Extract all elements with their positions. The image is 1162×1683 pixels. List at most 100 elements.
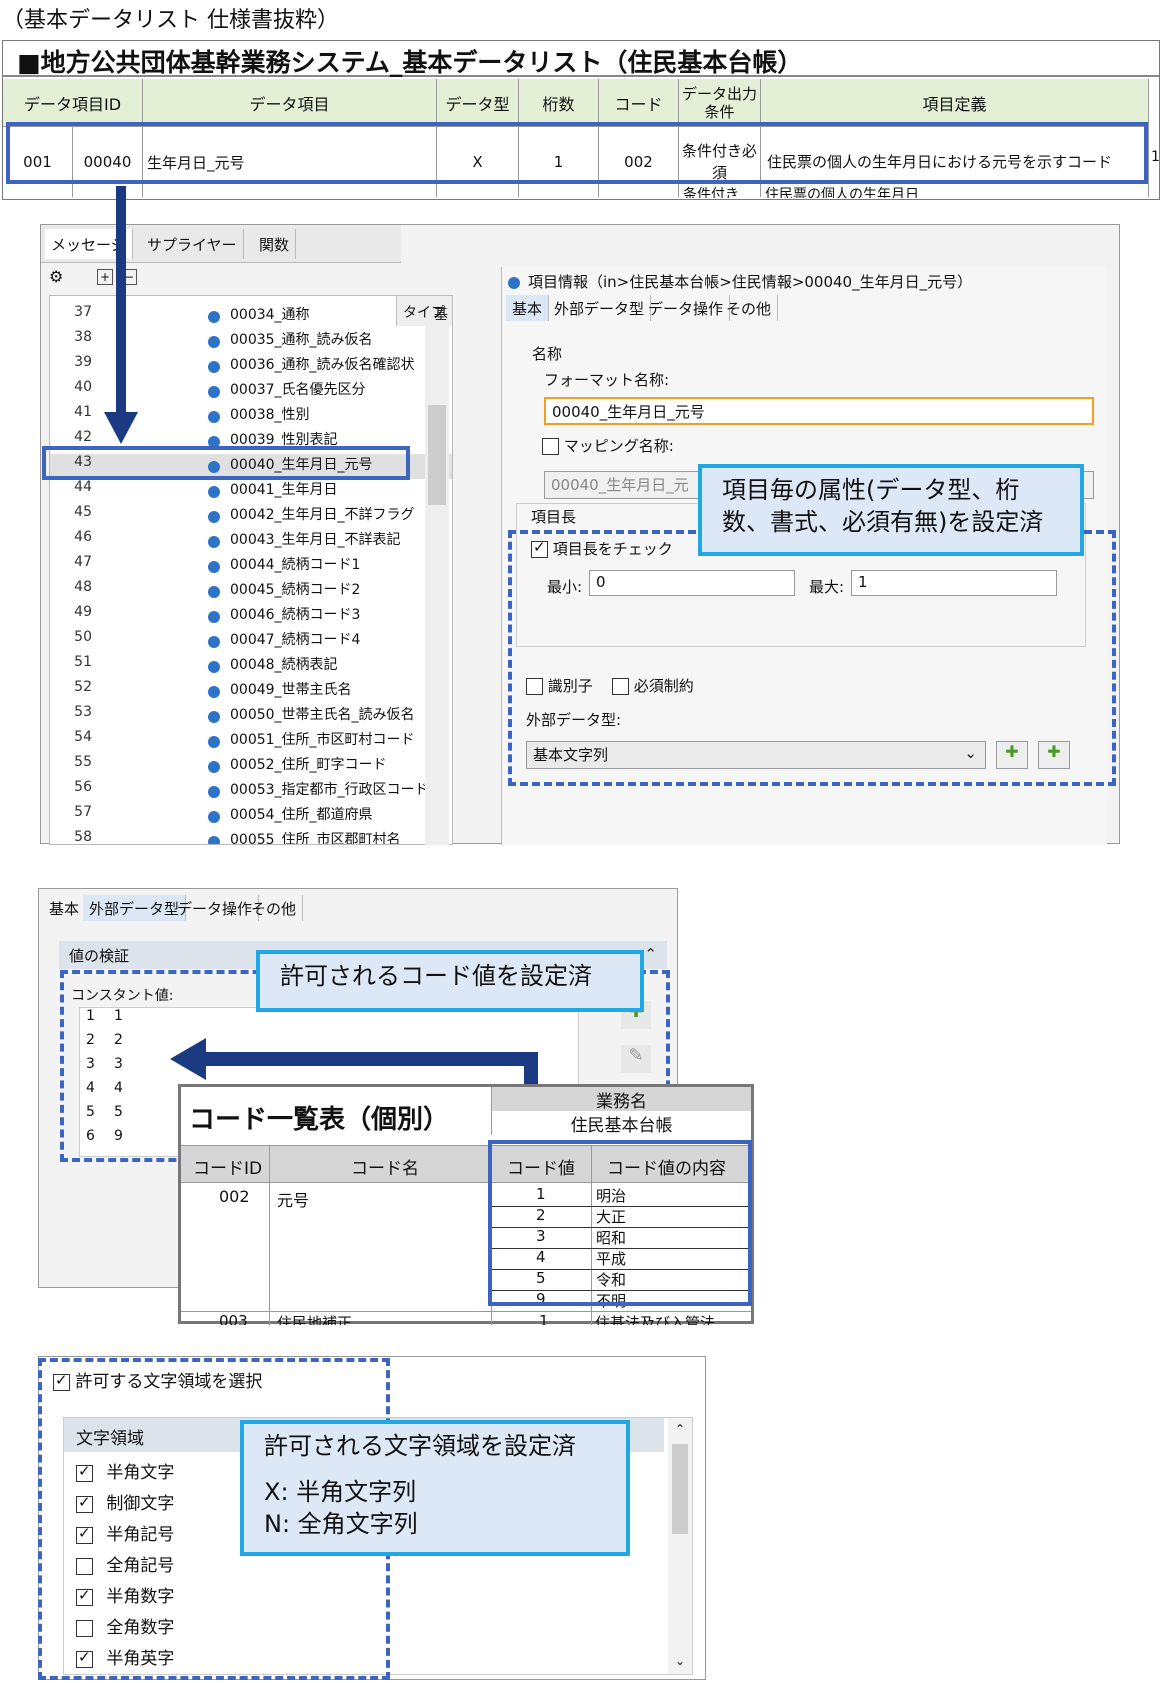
item-dot-icon — [208, 311, 220, 323]
row-number: 50 — [74, 629, 92, 645]
row-label: 00051_住所_市区町村コード — [230, 732, 415, 748]
row-number: 37 — [74, 304, 92, 320]
row-number: 57 — [74, 804, 92, 820]
tree-row[interactable]: 5700054_住所_都道府県基本 — [50, 804, 452, 843]
next-row-cond: 条件付き — [683, 187, 739, 198]
spec-title: ■地方公共団体基幹業務システム_基本データリスト（住民基本台帳） — [3, 41, 1159, 77]
item-dot-icon — [208, 361, 220, 373]
val-tab-other[interactable]: その他 — [245, 895, 304, 921]
info-title: 項目情報（in>住民基本台帳>住民情報>00040_生年月日_元号） — [528, 273, 973, 291]
info-tab-data-op[interactable]: データ操作 — [642, 295, 731, 321]
header-type: データ型 — [437, 79, 519, 127]
length-group-label: 項目長 — [531, 508, 577, 526]
settings-icon[interactable]: ⚙ — [49, 267, 89, 291]
next-row-def: 住民票の個人の生年月日 — [765, 187, 919, 198]
item-dot-icon — [208, 811, 220, 823]
mapping-checkbox-row[interactable]: マッピング名称: — [542, 435, 674, 456]
row-number: 56 — [74, 779, 92, 795]
info-tabbar: 基本 外部データ型 データ操作 その他 — [506, 295, 802, 323]
code-name-cell: 元号 — [277, 1191, 310, 1210]
val-tab-basic[interactable]: 基本 — [43, 895, 87, 921]
validation-tabbar: 基本 外部データ型 データ操作 その他 — [43, 895, 329, 921]
row-label: 00035_通称_読み仮名 — [230, 332, 373, 348]
tree-row[interactable]: 5500052_住所_町字コード基本 — [50, 754, 452, 793]
tab-functions[interactable]: 関数 — [253, 229, 297, 259]
spec-row-highlight — [6, 122, 1148, 184]
row-number: 49 — [74, 604, 92, 620]
biz-name: 住民基本台帳 — [491, 1111, 751, 1136]
row-label: 00038_性別 — [230, 407, 310, 423]
tree-row[interactable]: 5000047_続柄コード4基本 — [50, 629, 452, 668]
row-number: 58 — [74, 829, 92, 845]
format-name-input[interactable]: 00040_生年月日_元号 — [544, 397, 1094, 425]
col-code-name: コード名 — [351, 1159, 419, 1179]
info-tab-ext-type[interactable]: 外部データ型 — [548, 295, 652, 321]
tree-row[interactable]: 4900046_続柄コード3基本 — [50, 604, 452, 643]
left-arrow-shaft — [200, 1052, 538, 1066]
row-label: 00042_生年月日_不詳フラグ — [230, 507, 415, 523]
row-label: 00034_通称 — [230, 307, 310, 323]
row-label: 00036_通称_読み仮名確認状 — [230, 357, 415, 373]
item-dot-icon — [208, 611, 220, 623]
item-dot-icon — [208, 736, 220, 748]
down-arrow-shaft — [116, 186, 126, 416]
header-code: コード — [599, 79, 679, 127]
tree-row[interactable]: 3900036_通称_読み仮名確認状基本 — [50, 354, 452, 393]
row-label: 00041_生年月日 — [230, 482, 338, 498]
tree-row[interactable]: 4800045_続柄コード2基本 — [50, 579, 452, 618]
tree-row[interactable]: 5800055_住所_市区郡町村名基本 — [50, 829, 452, 845]
down-arrow-head — [104, 412, 138, 444]
info-tab-basic[interactable]: 基本 — [506, 295, 550, 321]
row-tail: 1 — [1151, 149, 1160, 165]
item-dot-icon — [208, 511, 220, 523]
row-number: 54 — [74, 729, 92, 745]
header-output-cond: データ出力条件 — [679, 79, 761, 127]
row-number: 44 — [74, 479, 92, 495]
item-tree-list: タイプ 3700034_通称基本3800035_通称_読み仮名基本3900036… — [49, 295, 453, 845]
code-values-callout: 許可されるコード値を設定済 — [256, 950, 644, 1012]
tree-scrollbar[interactable] — [425, 325, 449, 845]
tab-supplier[interactable]: サプライヤー — [141, 229, 244, 259]
tree-row[interactable]: 3700034_通称基本 — [50, 304, 452, 343]
tree-row[interactable]: 4700044_続柄コード1基本 — [50, 554, 452, 593]
scroll-down-icon[interactable]: ⌄ — [670, 1654, 690, 1668]
collapse-section-icon[interactable]: ⌃ — [644, 945, 657, 963]
tree-row[interactable]: 4000037_氏名優先区分基本 — [50, 379, 452, 418]
row-number: 47 — [74, 554, 92, 570]
tree-row[interactable]: 5600053_指定都市_行政区コード基本 — [50, 779, 452, 818]
item-dot-icon — [208, 761, 220, 773]
tree-row[interactable]: 4600043_生年月日_不詳表記基本 — [50, 529, 452, 568]
tree-row[interactable]: 5200049_世帯主氏名基本 — [50, 679, 452, 718]
row-label: 00037_氏名優先区分 — [230, 382, 366, 398]
info-tab-other[interactable]: その他 — [720, 295, 779, 321]
row-number: 51 — [74, 654, 92, 670]
tree-row[interactable]: 3800035_通称_読み仮名基本 — [50, 329, 452, 368]
row-number: 48 — [74, 579, 92, 595]
tree-row[interactable]: 4500042_生年月日_不詳フラグ基本 — [50, 504, 452, 543]
tool-tabbar: メッセージ サプライヤー 関数 — [41, 225, 401, 263]
item-dot-icon — [208, 661, 220, 673]
tree-row[interactable]: 5400051_住所_市区町村コード基本 — [50, 729, 452, 768]
scroll-up-icon[interactable]: ⌃ — [670, 1422, 690, 1436]
item-dot-icon — [208, 336, 220, 348]
name-group-label: 名称 — [532, 345, 563, 363]
tree-row[interactable]: 4400041_生年月日日付 — [50, 479, 452, 518]
row-label: 00052_住所_町字コード — [230, 757, 387, 773]
row-label: 00053_指定都市_行政区コード — [230, 782, 429, 798]
row-number: 52 — [74, 679, 92, 695]
header-definition: 項目定義 — [761, 79, 1149, 127]
row-label: 00044_続柄コード1 — [230, 557, 361, 573]
expand-icon[interactable]: + — [97, 269, 113, 285]
item-dot-icon — [208, 686, 220, 698]
tree-row[interactable]: 5100048_続柄表記基本 — [50, 654, 452, 693]
next-code-row: 003 住民地補正 1 住基法及び入管法 — [181, 1311, 751, 1325]
row-label: 00054_住所_都道府県 — [230, 807, 373, 823]
char-list-scrollbar[interactable]: ⌃ ⌄ — [668, 1418, 692, 1674]
row-label: 00046_続柄コード3 — [230, 607, 361, 623]
item-dot-icon — [208, 636, 220, 648]
item-dot-icon — [508, 277, 520, 289]
row-number: 41 — [74, 404, 92, 420]
tree-row[interactable]: 5300050_世帯主氏名_読み仮名基本 — [50, 704, 452, 743]
item-dot-icon — [208, 586, 220, 598]
biz-header: 業務名 — [491, 1087, 751, 1112]
